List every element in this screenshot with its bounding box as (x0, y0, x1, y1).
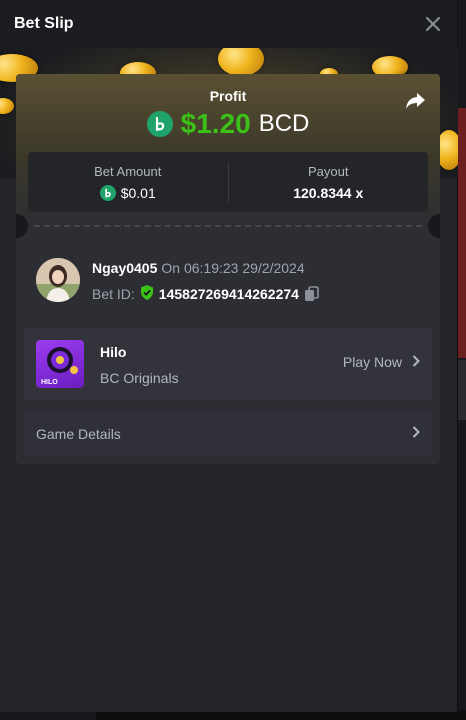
user-line: Ngay0405 On 06:19:23 29/2/2024 (92, 260, 305, 276)
ticket-notch-right (428, 214, 440, 238)
background-page-sliver (458, 108, 466, 358)
copy-icon[interactable] (304, 286, 320, 302)
ticket-divider (34, 225, 422, 227)
play-now-button[interactable]: Play Now (343, 354, 420, 370)
payout-label: Payout (308, 163, 349, 179)
verified-shield-icon (140, 285, 154, 303)
bet-id-label: Bet ID: (92, 286, 135, 302)
profit-row: $1.20 BCD (16, 108, 440, 140)
game-provider: BC Originals (100, 370, 179, 386)
bet-stats: Bet Amount $0.01 Payout 120.8344 x (28, 152, 428, 212)
bet-id-line: Bet ID: 145827269414262274 (92, 285, 320, 303)
bcd-coin-icon (146, 111, 173, 137)
profit-currency: BCD (258, 110, 310, 137)
share-icon[interactable] (404, 90, 426, 112)
play-now-label: Play Now (342, 354, 402, 370)
coin-decoration (0, 98, 14, 114)
bet-id-value: 145827269414262274 (158, 286, 299, 302)
username[interactable]: Ngay0405 (92, 260, 157, 276)
bet-slip-modal: Bet Slip Profit $1.20 BCD Bet Amount $0.… (0, 0, 458, 712)
game-details-label: Game Details (36, 426, 121, 442)
payout-value: 120.8344 x (293, 184, 364, 201)
modal-title: Bet Slip (14, 15, 74, 32)
chevron-right-icon (412, 354, 420, 370)
bet-amount-label: Bet Amount (94, 163, 162, 179)
background-page-sliver-2 (458, 360, 466, 420)
bet-amount-value: $0.01 (120, 184, 156, 201)
avatar[interactable] (36, 258, 80, 302)
bet-amount-stat: Bet Amount $0.01 (28, 152, 228, 212)
game-name: Hilo (100, 344, 127, 360)
game-thumbnail[interactable]: HILO (36, 340, 84, 388)
user-info: Ngay0405 On 06:19:23 29/2/2024 Bet ID: 1… (36, 258, 420, 304)
bet-amount-value-row: $0.01 (99, 184, 156, 201)
game-thumb-label: HILO (41, 379, 58, 386)
coin-decoration (218, 48, 264, 76)
bet-time: On 06:19:23 29/2/2024 (161, 260, 305, 276)
game-details-row[interactable]: Game Details (24, 412, 432, 456)
profit-amount: $1.20 (180, 108, 251, 139)
bcd-coin-icon (99, 184, 116, 201)
profit-label: Profit (209, 88, 247, 104)
close-icon[interactable] (423, 14, 443, 34)
game-row[interactable]: HILO Hilo BC Originals Play Now (24, 328, 432, 400)
bet-card: Profit $1.20 BCD Bet Amount $0.01 Payout… (16, 74, 440, 464)
payout-stat: Payout 120.8344 x (229, 152, 429, 212)
modal-header: Bet Slip (0, 0, 457, 48)
chevron-right-icon (412, 425, 420, 443)
